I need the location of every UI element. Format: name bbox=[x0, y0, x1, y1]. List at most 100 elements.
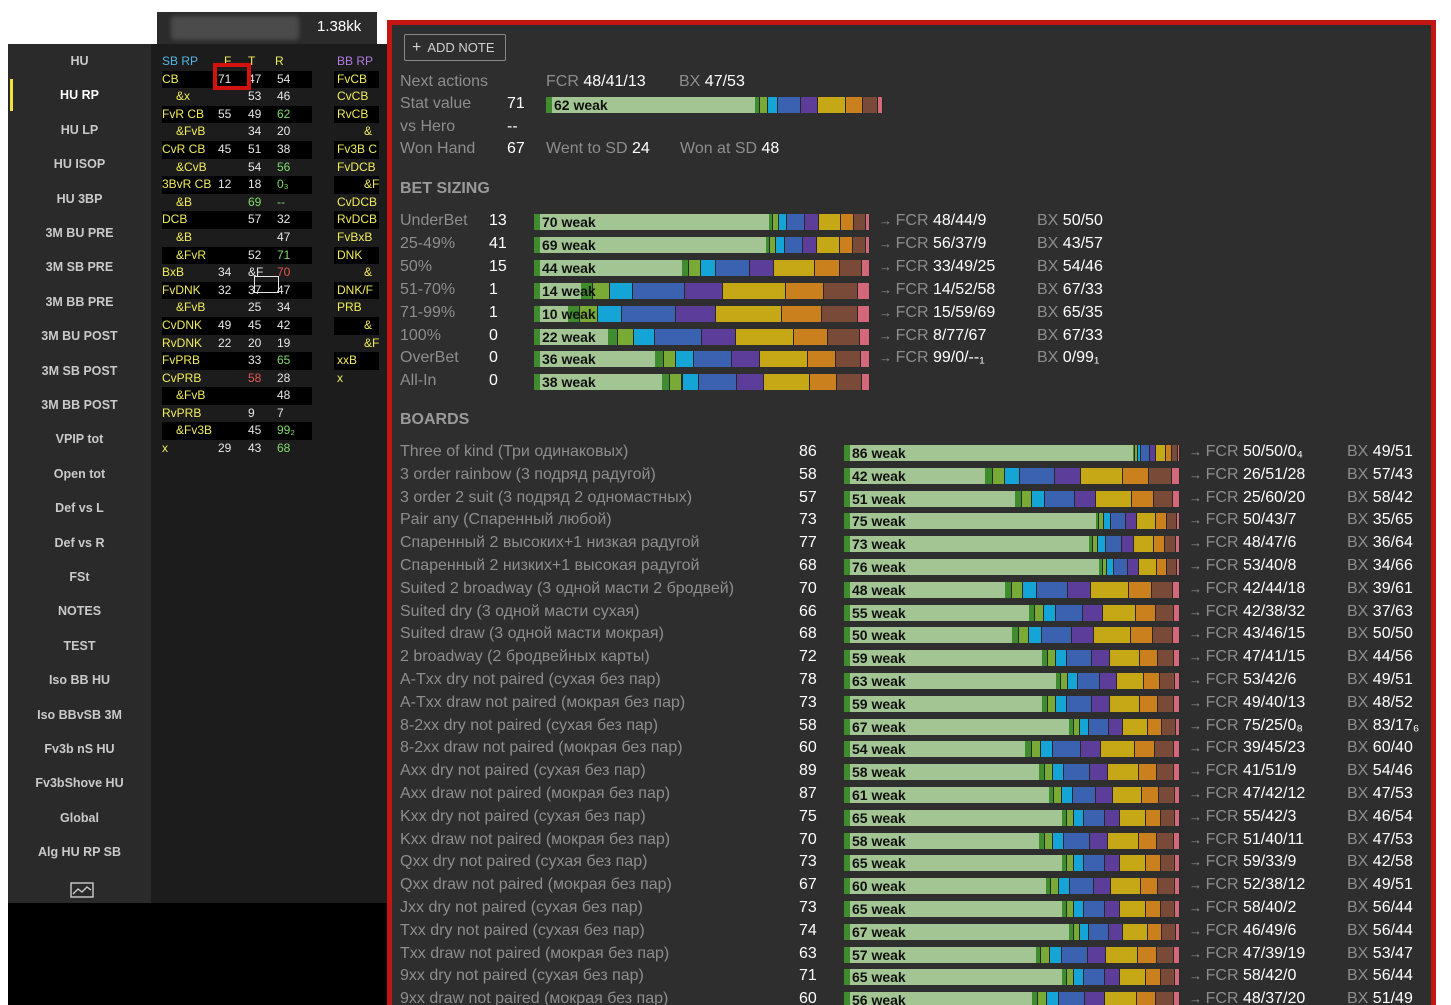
board-bar[interactable]: 65 weak bbox=[844, 809, 1180, 826]
board-bar[interactable]: 56 weak bbox=[844, 992, 1180, 1005]
stat-value[interactable]: 54 bbox=[248, 160, 261, 174]
stat-value[interactable]: 32 bbox=[277, 212, 290, 226]
stat-value[interactable]: 53 bbox=[248, 89, 261, 103]
stat-value[interactable]: 25 bbox=[248, 300, 261, 314]
stat-value[interactable]: 57 bbox=[248, 212, 261, 226]
sidebar-item[interactable]: FSt bbox=[8, 560, 151, 594]
sizing-bar[interactable]: 10 weak bbox=[534, 305, 870, 322]
stat-value[interactable]: 49 bbox=[218, 318, 231, 332]
stat-value[interactable]: 56 bbox=[277, 160, 290, 174]
stat-value[interactable]: 65 bbox=[277, 353, 290, 367]
stat-value[interactable]: 55 bbox=[218, 107, 231, 121]
stat-value[interactable]: 19 bbox=[277, 336, 290, 350]
stat-value[interactable]: 48 bbox=[277, 388, 290, 402]
sidebar-item[interactable]: Global bbox=[8, 801, 151, 835]
board-bar[interactable]: 51 weak bbox=[844, 490, 1180, 507]
stat-value[interactable]: 34 bbox=[277, 300, 290, 314]
board-bar[interactable]: 50 weak bbox=[844, 627, 1180, 644]
sidebar-item[interactable]: 3M BB PRE bbox=[8, 285, 151, 319]
board-bar[interactable]: 75 weak bbox=[844, 513, 1180, 530]
board-bar[interactable]: 59 weak bbox=[844, 695, 1180, 712]
stat-value[interactable]: 45 bbox=[248, 318, 261, 332]
stat-value[interactable]: -- bbox=[277, 195, 285, 209]
board-bar[interactable]: 65 weak bbox=[844, 855, 1180, 872]
sizing-bar[interactable]: 36 weak bbox=[534, 351, 870, 368]
sidebar-item[interactable]: 3M BU PRE bbox=[8, 216, 151, 250]
stat-value[interactable]: 45 bbox=[248, 423, 261, 437]
board-bar[interactable]: 73 weak bbox=[844, 536, 1180, 553]
sidebar-item[interactable]: Alg HU RP SB bbox=[8, 835, 151, 869]
board-bar[interactable]: 54 weak bbox=[844, 741, 1180, 758]
sidebar-item[interactable]: Def vs R bbox=[8, 526, 151, 560]
board-bar[interactable]: 76 weak bbox=[844, 559, 1180, 575]
board-bar[interactable]: 58 weak bbox=[844, 764, 1180, 781]
stat-value[interactable]: 20 bbox=[277, 124, 290, 138]
stat-value[interactable]: 20 bbox=[248, 336, 261, 350]
board-bar[interactable]: 65 weak bbox=[844, 969, 1180, 986]
sizing-bar[interactable]: 70 weak bbox=[534, 214, 870, 230]
board-bar[interactable]: 42 weak bbox=[844, 467, 1180, 484]
stat-value[interactable]: 12 bbox=[218, 177, 231, 191]
sidebar-item[interactable]: HU LP bbox=[8, 113, 151, 147]
stat-value[interactable]: 42 bbox=[277, 318, 290, 332]
stat-value[interactable]: 32 bbox=[218, 283, 231, 297]
stat-value[interactable]: 0₃ bbox=[277, 177, 289, 191]
board-bar[interactable]: 65 weak bbox=[844, 901, 1180, 917]
sidebar-item[interactable]: HU 3BP bbox=[8, 182, 151, 216]
board-bar[interactable]: 48 weak bbox=[844, 581, 1180, 598]
sidebar-item[interactable]: Fv3b nS HU bbox=[8, 732, 151, 766]
board-bar[interactable]: 67 weak bbox=[844, 718, 1180, 735]
sidebar-item[interactable]: NOTES bbox=[8, 594, 151, 628]
sidebar-item[interactable]: Iso BB HU bbox=[8, 663, 151, 697]
stat-value[interactable]: 33 bbox=[248, 353, 261, 367]
stat-value[interactable]: 62 bbox=[277, 107, 290, 121]
board-bar[interactable]: 55 weak bbox=[844, 604, 1180, 621]
stat-value[interactable]: 70 bbox=[277, 265, 290, 279]
sizing-bar[interactable]: 14 weak bbox=[534, 282, 870, 299]
stat-value[interactable]: 47 bbox=[277, 283, 290, 297]
sidebar-item[interactable]: 3M SB PRE bbox=[8, 250, 151, 284]
sidebar-item[interactable]: Open tot bbox=[8, 457, 151, 491]
stat-value[interactable]: 9 bbox=[248, 406, 255, 420]
sidebar-item[interactable]: Def vs L bbox=[8, 491, 151, 525]
board-bar[interactable]: 63 weak bbox=[844, 673, 1180, 689]
stat-value[interactable]: 68 bbox=[277, 441, 290, 455]
sidebar-item[interactable]: HU RP bbox=[8, 78, 151, 112]
stat-value[interactable]: 7 bbox=[277, 406, 284, 420]
stat-value[interactable]: 52 bbox=[248, 248, 261, 262]
stat-value[interactable]: 38 bbox=[277, 142, 290, 156]
sidebar-item[interactable]: Fv3bShove HU bbox=[8, 766, 151, 800]
sizing-bar[interactable]: 38 weak bbox=[534, 374, 870, 391]
board-bar[interactable]: 67 weak bbox=[844, 923, 1180, 940]
stat-value[interactable]: 58 bbox=[248, 371, 261, 385]
stat-value[interactable]: 18 bbox=[248, 177, 261, 191]
add-note-button[interactable]: + ADD NOTE bbox=[404, 34, 506, 61]
board-bar[interactable]: 60 weak bbox=[844, 878, 1180, 895]
sidebar-item[interactable]: VPIP tot bbox=[8, 422, 151, 456]
stat-value[interactable]: 69 bbox=[248, 195, 261, 209]
line-chart-icon[interactable] bbox=[70, 882, 94, 898]
stat-value[interactable]: 47 bbox=[277, 230, 290, 244]
board-bar[interactable]: 61 weak bbox=[844, 787, 1180, 803]
stat-value[interactable]: 34 bbox=[218, 265, 231, 279]
sizing-bar[interactable]: 44 weak bbox=[534, 259, 870, 276]
sidebar-item[interactable]: Iso BBvSB 3M bbox=[8, 698, 151, 732]
sidebar-item[interactable]: 3M BB POST bbox=[8, 388, 151, 422]
stat-value[interactable]: 46 bbox=[277, 89, 290, 103]
stat-value[interactable]: 34 bbox=[248, 124, 261, 138]
stat-value[interactable]: 29 bbox=[218, 441, 231, 455]
board-bar[interactable]: 86 weak bbox=[844, 445, 1180, 461]
stat-value[interactable]: 49 bbox=[248, 107, 261, 121]
stat-value[interactable]: 54 bbox=[277, 72, 290, 86]
sidebar-item[interactable]: 3M BU POST bbox=[8, 319, 151, 353]
sidebar-item[interactable]: HU bbox=[8, 44, 151, 78]
stat-value[interactable]: 43 bbox=[248, 441, 261, 455]
stat-value[interactable]: 51 bbox=[248, 142, 261, 156]
stat-value[interactable]: 45 bbox=[218, 142, 231, 156]
board-bar[interactable]: 58 weak bbox=[844, 832, 1180, 849]
stat-value[interactable]: 28 bbox=[277, 371, 290, 385]
stat-value[interactable]: 22 bbox=[218, 336, 231, 350]
sidebar-item[interactable]: 3M SB POST bbox=[8, 354, 151, 388]
stat-value[interactable]: 71 bbox=[277, 248, 290, 262]
sidebar-item[interactable]: TEST bbox=[8, 629, 151, 663]
